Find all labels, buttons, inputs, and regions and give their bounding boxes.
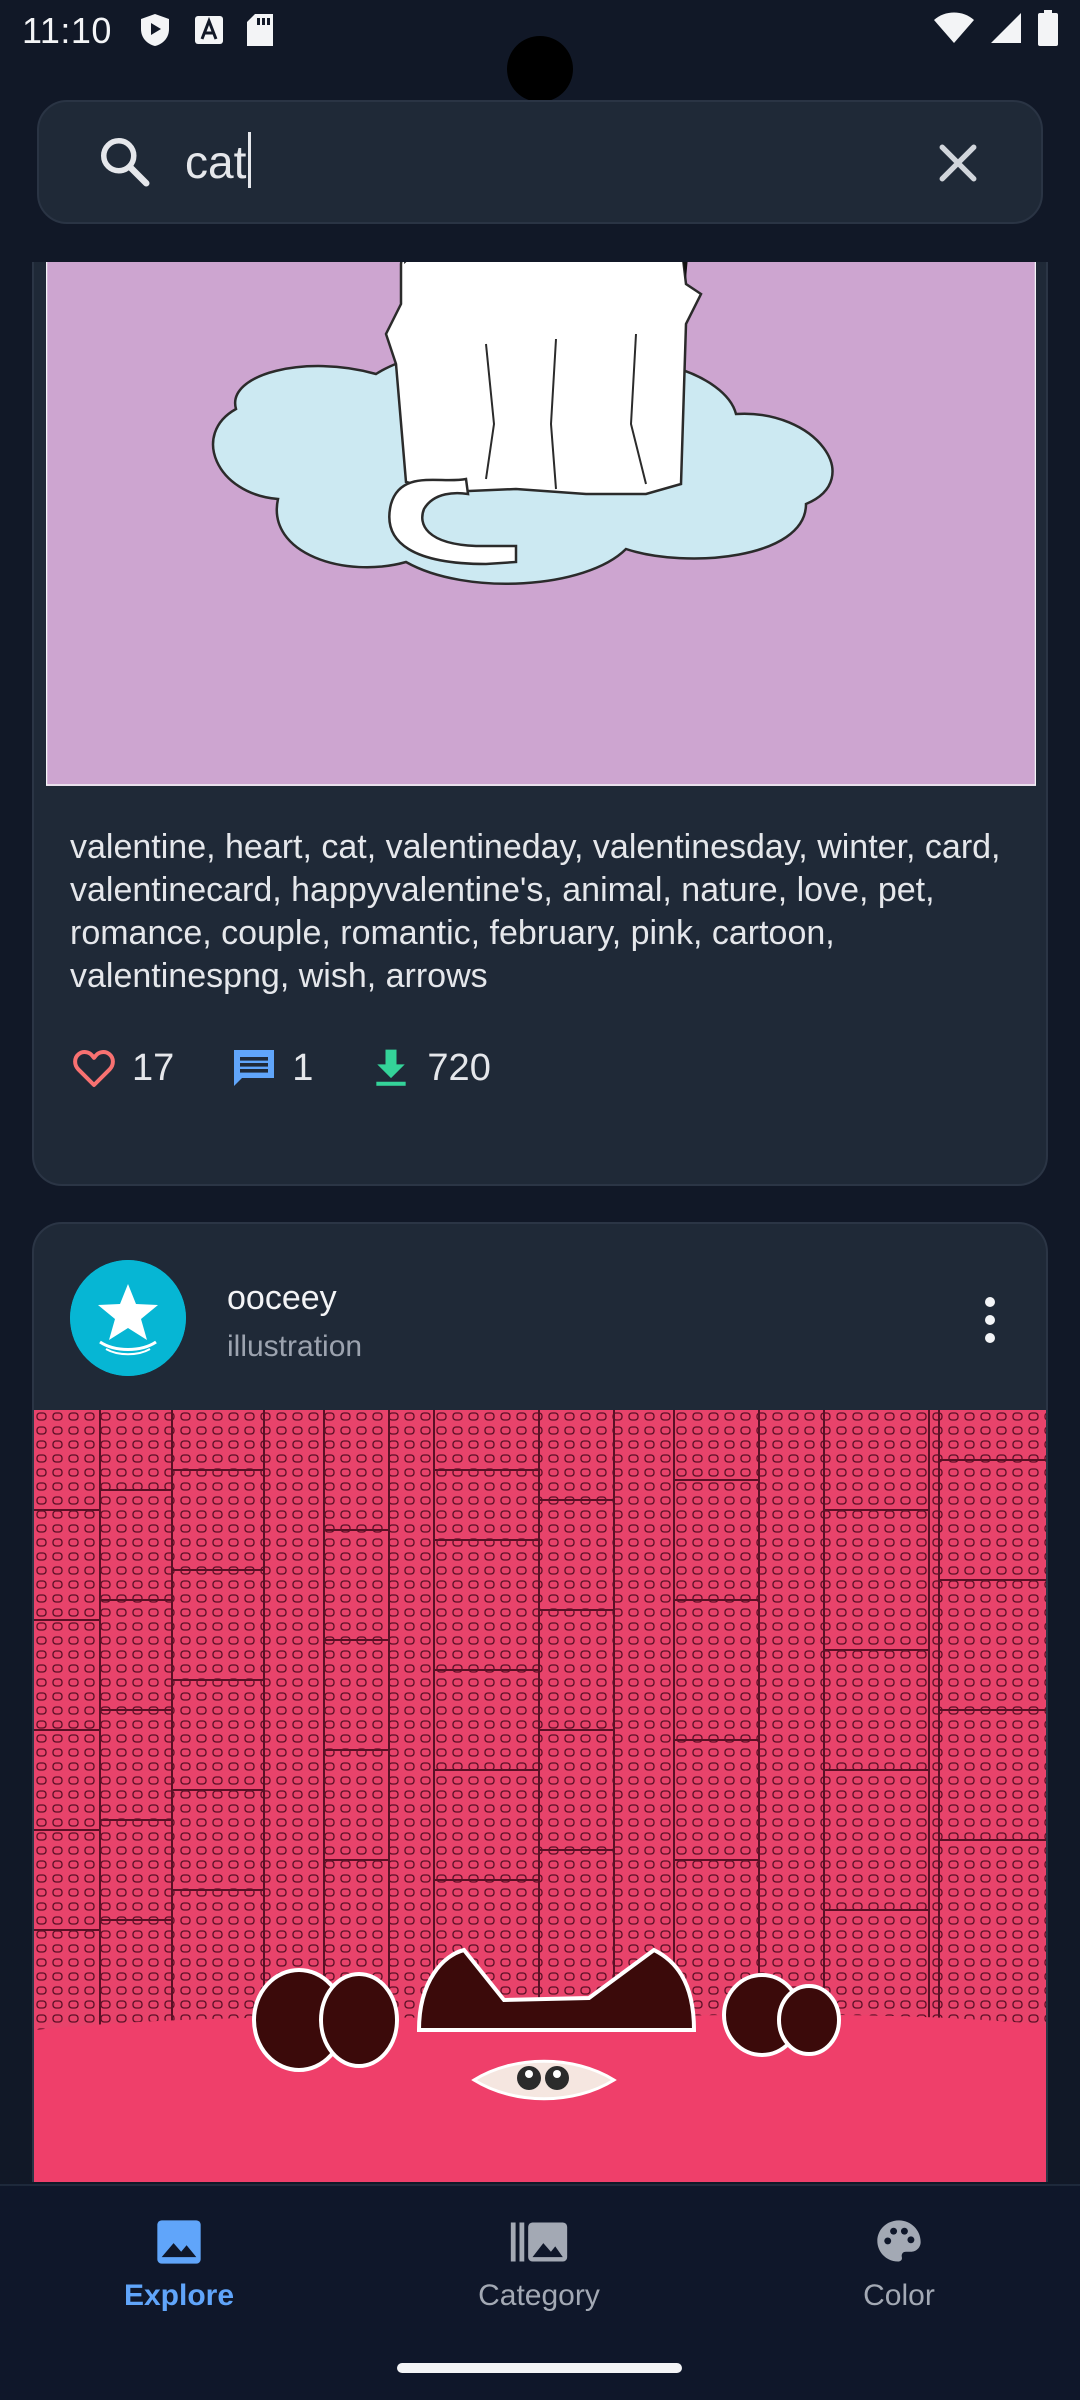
comment-count: 1 bbox=[292, 1046, 314, 1089]
text-cursor bbox=[248, 132, 252, 188]
post-card[interactable]: valentine, heart, cat, valentineday, val… bbox=[32, 262, 1048, 1186]
like-count: 17 bbox=[132, 1046, 175, 1089]
palette-icon bbox=[877, 2220, 921, 2262]
nav-label-explore: Explore bbox=[123, 2279, 235, 2312]
search-input[interactable]: cat bbox=[185, 132, 252, 189]
text-a-icon bbox=[195, 16, 223, 44]
sd-card-icon bbox=[247, 14, 273, 46]
search-query-text: cat bbox=[185, 136, 247, 188]
nav-item-category[interactable]: Category bbox=[439, 2216, 639, 2313]
author-name[interactable]: ooceey bbox=[227, 1279, 337, 1318]
search-icon bbox=[101, 138, 150, 187]
signal-icon bbox=[991, 13, 1021, 43]
post-card[interactable]: ooceey illustration bbox=[32, 1222, 1048, 2182]
comment-icon bbox=[234, 1050, 275, 1086]
nav-label-category: Category bbox=[478, 2279, 600, 2312]
avatar[interactable] bbox=[70, 1260, 186, 1376]
comment-button[interactable]: 1 bbox=[230, 1044, 313, 1092]
nav-label-color: Color bbox=[863, 2279, 935, 2312]
close-icon[interactable] bbox=[931, 136, 985, 190]
home-indicator[interactable] bbox=[397, 2363, 682, 2373]
download-icon bbox=[376, 1049, 407, 1086]
like-button[interactable]: 17 bbox=[70, 1044, 174, 1092]
wifi-icon bbox=[934, 12, 974, 43]
nav-item-color[interactable]: Color bbox=[799, 2216, 999, 2313]
image-icon bbox=[157, 2220, 201, 2264]
shield-icon bbox=[141, 14, 169, 46]
download-button[interactable]: 720 bbox=[369, 1044, 491, 1092]
download-count: 720 bbox=[427, 1046, 491, 1089]
post-type: illustration bbox=[227, 1330, 363, 1363]
battery-icon bbox=[1038, 10, 1058, 46]
search-bar[interactable]: cat bbox=[37, 100, 1043, 224]
post-image-cat-on-cloud[interactable] bbox=[46, 262, 1036, 786]
system-icons bbox=[934, 10, 1058, 46]
status-bar: 11:10 bbox=[0, 0, 1080, 102]
image-feed[interactable]: valentine, heart, cat, valentineday, val… bbox=[0, 262, 1080, 2182]
notification-icons bbox=[138, 12, 274, 48]
app-screen: 11:10 cat valentine, heart, cat, valenti… bbox=[0, 0, 1080, 2400]
status-time: 11:10 bbox=[22, 10, 112, 51]
nav-item-explore[interactable]: Explore bbox=[79, 2216, 279, 2313]
more-vert-icon[interactable] bbox=[982, 1296, 998, 1344]
post-image-cat-peeking[interactable] bbox=[34, 1410, 1048, 2182]
post-tags: valentine, heart, cat, valentineday, val… bbox=[70, 828, 1001, 995]
heart-icon bbox=[73, 1050, 115, 1087]
camera-cutout bbox=[507, 36, 573, 102]
post-stats: 17 1 720 bbox=[70, 1044, 547, 1092]
library-icon bbox=[510, 2222, 568, 2262]
